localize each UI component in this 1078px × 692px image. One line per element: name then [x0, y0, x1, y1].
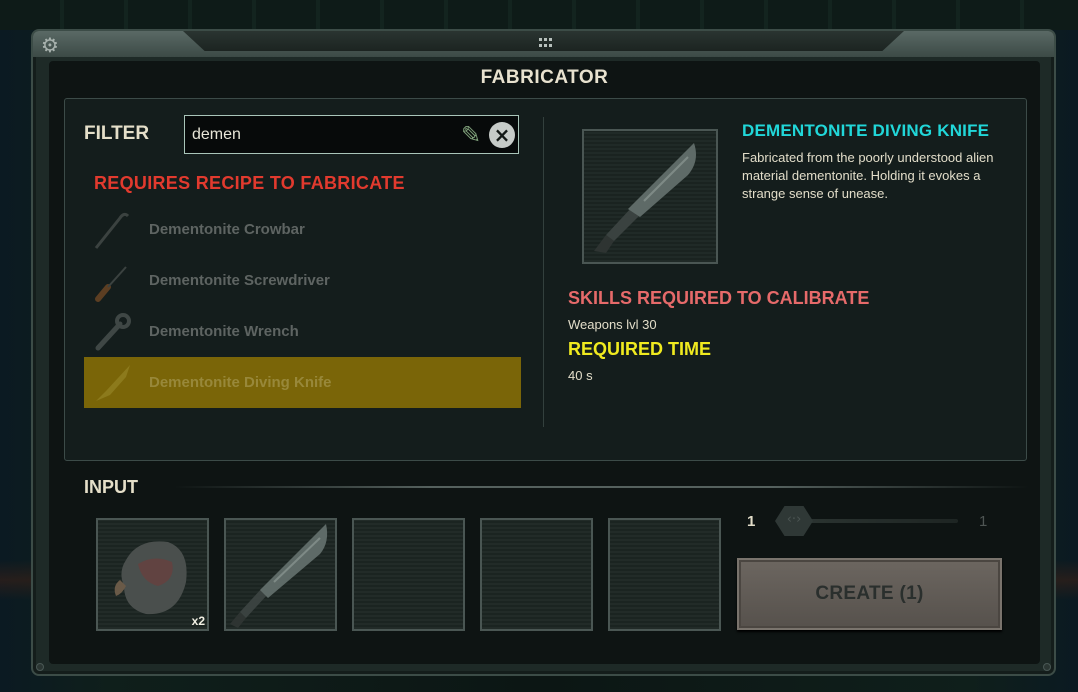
filter-box[interactable]: ✎ × — [184, 115, 519, 154]
crowbar-icon — [88, 206, 136, 254]
list-item-label: Dementonite Crowbar — [149, 221, 305, 238]
list-item-label: Dementonite Wrench — [149, 323, 299, 340]
list-item-selected[interactable]: Dementonite Diving Knife — [84, 357, 521, 408]
recipe-required-heading: REQUIRES RECIPE TO FABRICATE — [94, 173, 405, 193]
selected-item-thumbnail — [582, 129, 718, 264]
input-slot[interactable] — [352, 518, 465, 631]
filter-label: FILTER — [84, 123, 150, 144]
quantity-min: 1 — [747, 513, 756, 530]
input-slots: x2 — [96, 518, 721, 631]
input-label: INPUT — [84, 477, 138, 497]
pencil-icon[interactable]: ✎ — [457, 121, 485, 149]
slot-count: x2 — [191, 614, 205, 628]
input-divider — [174, 486, 1029, 488]
frame-rivet — [1043, 663, 1051, 671]
list-item-label: Dementonite Screwdriver — [149, 272, 330, 289]
slider-handle[interactable]: ‹·› — [775, 506, 813, 536]
list-item[interactable]: Dementonite Crowbar — [84, 204, 521, 255]
skills-value: Weapons lvl 30 — [568, 317, 657, 332]
slider-handle-glyph: ‹·› — [786, 512, 802, 527]
selected-item-description: Fabricated from the poorly understood al… — [742, 150, 994, 201]
knife-icon — [230, 524, 328, 628]
recipe-list: Dementonite Crowbar Dementonite Screwdri… — [84, 204, 521, 408]
knife-icon — [88, 359, 136, 407]
skills-heading: SKILLS REQUIRED TO CALIBRATE — [568, 288, 870, 308]
input-slot[interactable] — [608, 518, 721, 631]
screwdriver-icon — [88, 257, 136, 305]
window-title: FABRICATOR — [480, 67, 609, 88]
wrench-icon — [88, 308, 136, 356]
list-item-label: Dementonite Diving Knife — [149, 374, 332, 391]
required-time-heading: REQUIRED TIME — [568, 339, 712, 359]
filter-input[interactable] — [192, 124, 452, 146]
selected-item-name: DEMENTONITE DIVING KNIFE — [742, 121, 990, 140]
list-item[interactable]: Dementonite Wrench — [84, 306, 521, 357]
close-icon[interactable]: × — [489, 122, 515, 148]
input-slot[interactable] — [224, 518, 337, 631]
fabricator-window: ⚙ FABRICATOR FILTER ✎ × REQUIRES RECIPE … — [31, 29, 1056, 676]
knife-icon — [594, 143, 696, 253]
gear-icon[interactable]: ⚙ — [39, 34, 61, 56]
required-time-value: 40 s — [568, 368, 593, 383]
input-slot[interactable] — [480, 518, 593, 631]
window-body: FABRICATOR FILTER ✎ × REQUIRES RECIPE TO… — [49, 61, 1040, 664]
panel-divider — [543, 117, 544, 427]
create-button[interactable]: CREATE (1) — [737, 558, 1002, 630]
dementonite-ore-icon — [114, 541, 187, 615]
grip-icon[interactable] — [539, 38, 553, 48]
recipe-panel: FILTER ✎ × REQUIRES RECIPE TO FABRICATE … — [64, 98, 1027, 461]
list-item[interactable]: Dementonite Screwdriver — [84, 255, 521, 306]
frame-rivet — [36, 663, 44, 671]
quantity-max: 1 — [979, 513, 988, 530]
input-slot[interactable]: x2 — [96, 518, 209, 631]
